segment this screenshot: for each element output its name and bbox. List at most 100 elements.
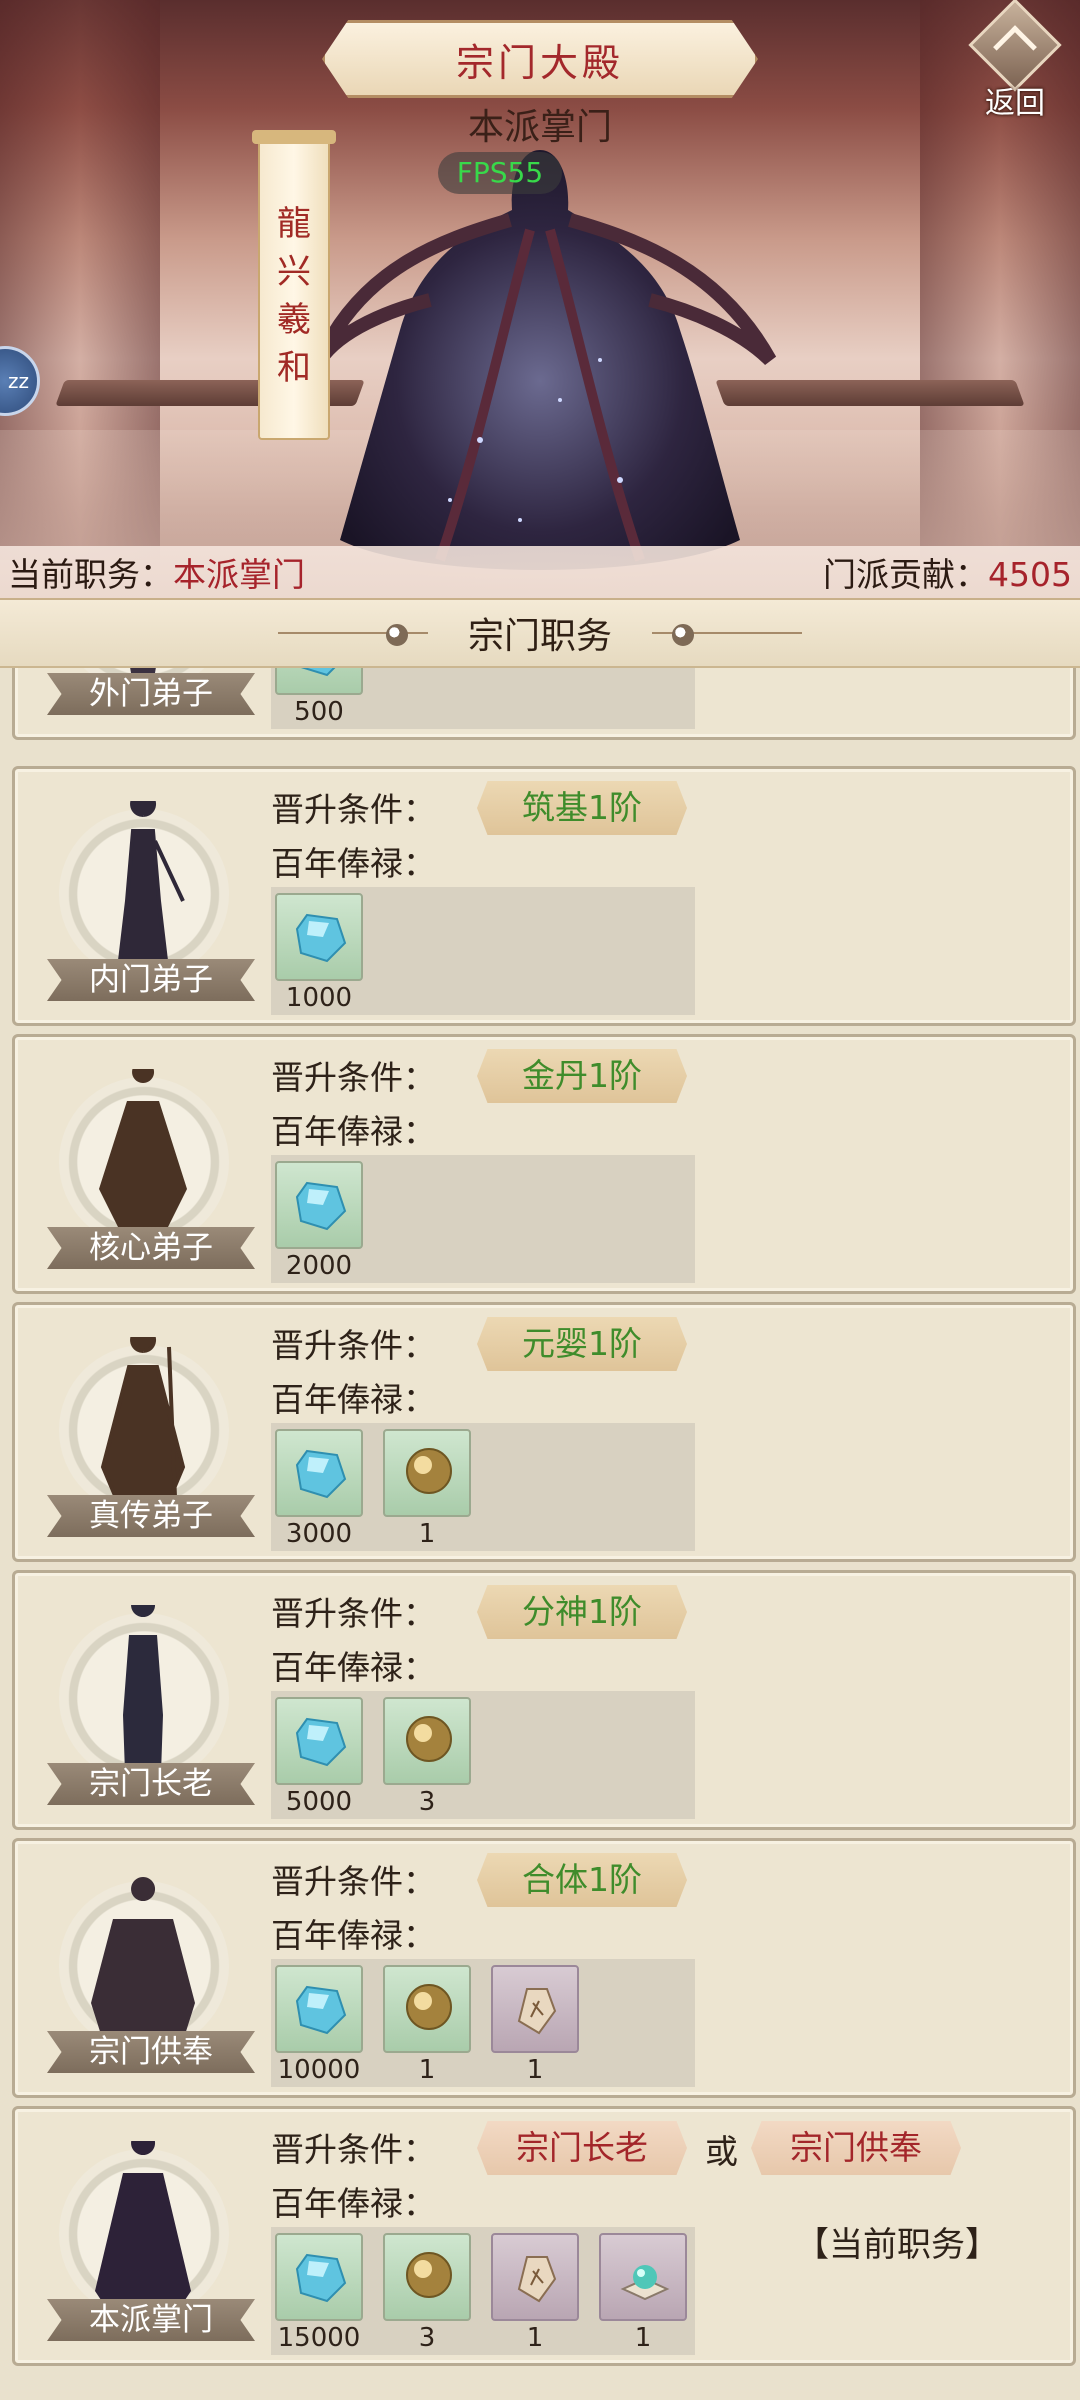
spirit-stone-icon — [295, 1449, 347, 1499]
cultivator-figure-icon — [100, 1337, 186, 1507]
salary-label: 百年俸禄： — [271, 1648, 436, 1687]
reward-item[interactable] — [275, 1697, 363, 1785]
reward-quantity: 1000 — [285, 983, 353, 1013]
reward-item[interactable] — [383, 1965, 471, 2053]
rank-card: 宗门长老 晋升条件： 分神1阶 百年俸禄： 5000 3 — [12, 1570, 1076, 1830]
spirit-stone-icon — [295, 1717, 347, 1767]
reward-quantity: 3 — [418, 2323, 436, 2353]
fps-counter: FPS55 — [438, 152, 562, 194]
golden-pill-icon — [406, 2252, 452, 2298]
reward-item[interactable] — [275, 1429, 363, 1517]
cultivator-figure-icon — [116, 801, 185, 971]
golden-pill-icon — [406, 1984, 452, 2030]
golden-pill-icon — [406, 1716, 452, 1762]
section-header: 宗门职务 — [0, 598, 1080, 668]
spirit-stone-icon — [295, 913, 347, 963]
salary-label: 百年俸禄： — [271, 2184, 436, 2223]
rank-card: 内门弟子 晋升条件： 筑基1阶 百年俸禄： 1000 — [12, 766, 1076, 1026]
current-position: 当前职务：本派掌门 — [8, 548, 305, 596]
spirit-stone-icon — [295, 2253, 347, 2303]
reward-quantity: 500 — [294, 697, 344, 727]
reward-panel: 10000 1 1 — [271, 1959, 695, 2087]
rank-name: 本派掌门 — [47, 2299, 255, 2341]
spirit-stone-icon — [295, 1985, 347, 2035]
cultivator-figure-icon — [99, 1069, 187, 1237]
rank-card: 外门弟子 500 — [12, 668, 1076, 740]
reward-panel: 3000 1 — [271, 1423, 695, 1551]
rank-portrait: 真传弟子 — [33, 1327, 255, 1537]
rank-portrait: 核心弟子 — [33, 1059, 255, 1269]
back-button[interactable]: 返回 — [960, 0, 1070, 121]
reward-item[interactable] — [599, 2233, 687, 2321]
golden-pill-icon — [406, 1448, 452, 1494]
rank-portrait: 外门弟子 — [33, 668, 255, 715]
token-pouch-icon — [517, 1988, 557, 2035]
cultivator-figure-icon — [123, 1605, 163, 1773]
ornament-left-icon — [277, 622, 428, 646]
requirement-rank-tag: 宗门长老 — [477, 2121, 687, 2175]
ornament-right-icon — [652, 622, 802, 646]
sect-contribution: 门派贡献：4505 — [823, 548, 1072, 596]
rank-portrait: 宗门长老 — [33, 1595, 255, 1805]
reward-panel: 1000 — [271, 887, 695, 1015]
reward-item[interactable] — [383, 2233, 471, 2321]
reward-item[interactable] — [383, 1429, 471, 1517]
reward-item[interactable] — [275, 2233, 363, 2321]
rank-name: 外门弟子 — [47, 673, 255, 715]
reward-panel: 500 — [271, 668, 695, 729]
reward-quantity: 3 — [418, 1787, 436, 1817]
rank-name: 真传弟子 — [47, 1495, 255, 1537]
requirement-realm-tag: 金丹1阶 — [477, 1049, 687, 1103]
cultivator-figure-icon — [91, 1877, 195, 2041]
reward-item[interactable] — [275, 1161, 363, 1249]
reward-quantity: 2000 — [285, 1251, 353, 1281]
leader-name-char: 和 — [277, 348, 311, 388]
reward-item[interactable] — [275, 1965, 363, 2053]
page-title: 宗门大殿 — [455, 40, 624, 85]
reward-item[interactable] — [491, 2233, 579, 2321]
reward-item[interactable] — [491, 1965, 579, 2053]
reward-item[interactable] — [275, 668, 363, 695]
spirit-stone-icon — [295, 1181, 347, 1231]
reward-quantity: 15000 — [277, 2323, 361, 2353]
reward-panel: 2000 — [271, 1155, 695, 1283]
token-pouch-icon — [517, 2256, 557, 2303]
current-position-label: 当前职务： — [8, 555, 173, 594]
section-title: 宗门职务 — [467, 616, 612, 657]
or-text: 或 — [705, 2132, 738, 2171]
salary-label: 百年俸禄： — [271, 1916, 436, 1955]
rank-portrait: 本派掌门 — [33, 2131, 255, 2341]
rank-name: 宗门长老 — [47, 1763, 255, 1805]
requirement-label: 晋升条件： — [271, 1058, 436, 1097]
reward-panel: 15000 3 1 1 — [271, 2227, 695, 2355]
reward-quantity: 1 — [418, 1519, 436, 1549]
reward-quantity: 1 — [526, 2055, 544, 2085]
rank-card: 核心弟子 晋升条件： 金丹1阶 百年俸禄： 2000 — [12, 1034, 1076, 1294]
leader-name-char: 羲 — [277, 300, 311, 340]
requirement-label: 晋升条件： — [271, 2130, 436, 2169]
rank-list[interactable]: 外门弟子 500 内门弟子 晋升条件： 筑基1阶 百年俸禄： 1000 核心弟子 晋升条件： 金丹… — [0, 668, 1080, 2400]
requirement-realm-tag: 合体1阶 — [477, 1853, 687, 1907]
current-position-value: 本派掌门 — [173, 555, 305, 594]
salary-label: 百年俸禄： — [271, 1380, 436, 1419]
reward-quantity: 1 — [418, 2055, 436, 2085]
sect-leader-silhouette — [313, 150, 777, 570]
reward-item[interactable] — [275, 893, 363, 981]
leader-name-scroll: 龍 兴 羲 和 — [252, 130, 336, 440]
reward-quantity: 5000 — [285, 1787, 353, 1817]
requirement-label: 晋升条件： — [271, 1594, 436, 1633]
rank-card: 宗门供奉 晋升条件： 合体1阶 百年俸禄： 10000 1 1 — [12, 1838, 1076, 2098]
rank-portrait: 宗门供奉 — [33, 1863, 255, 2073]
sect-contribution-value: 4505 — [988, 555, 1072, 594]
reward-quantity: 10000 — [277, 2055, 361, 2085]
requirement-label: 晋升条件： — [271, 1326, 436, 1365]
status-bar: 当前职务：本派掌门 门派贡献：4505 — [0, 546, 1080, 598]
requirement-realm-tag: 元婴1阶 — [477, 1317, 687, 1371]
cultivator-figure-icon — [95, 2141, 191, 2309]
rank-card: 真传弟子 晋升条件： 元婴1阶百年俸禄： 3000 1 — [12, 1302, 1076, 1562]
leader-name-char: 兴 — [277, 252, 311, 292]
sect-hall-scene: 龍 兴 羲 和 宗门大殿 本派掌门 FPS55 返回 zz 当前职务：本派掌门 … — [0, 0, 1080, 598]
reward-quantity: 3000 — [285, 1519, 353, 1549]
rank-name: 宗门供奉 — [47, 2031, 255, 2073]
reward-item[interactable] — [383, 1697, 471, 1785]
